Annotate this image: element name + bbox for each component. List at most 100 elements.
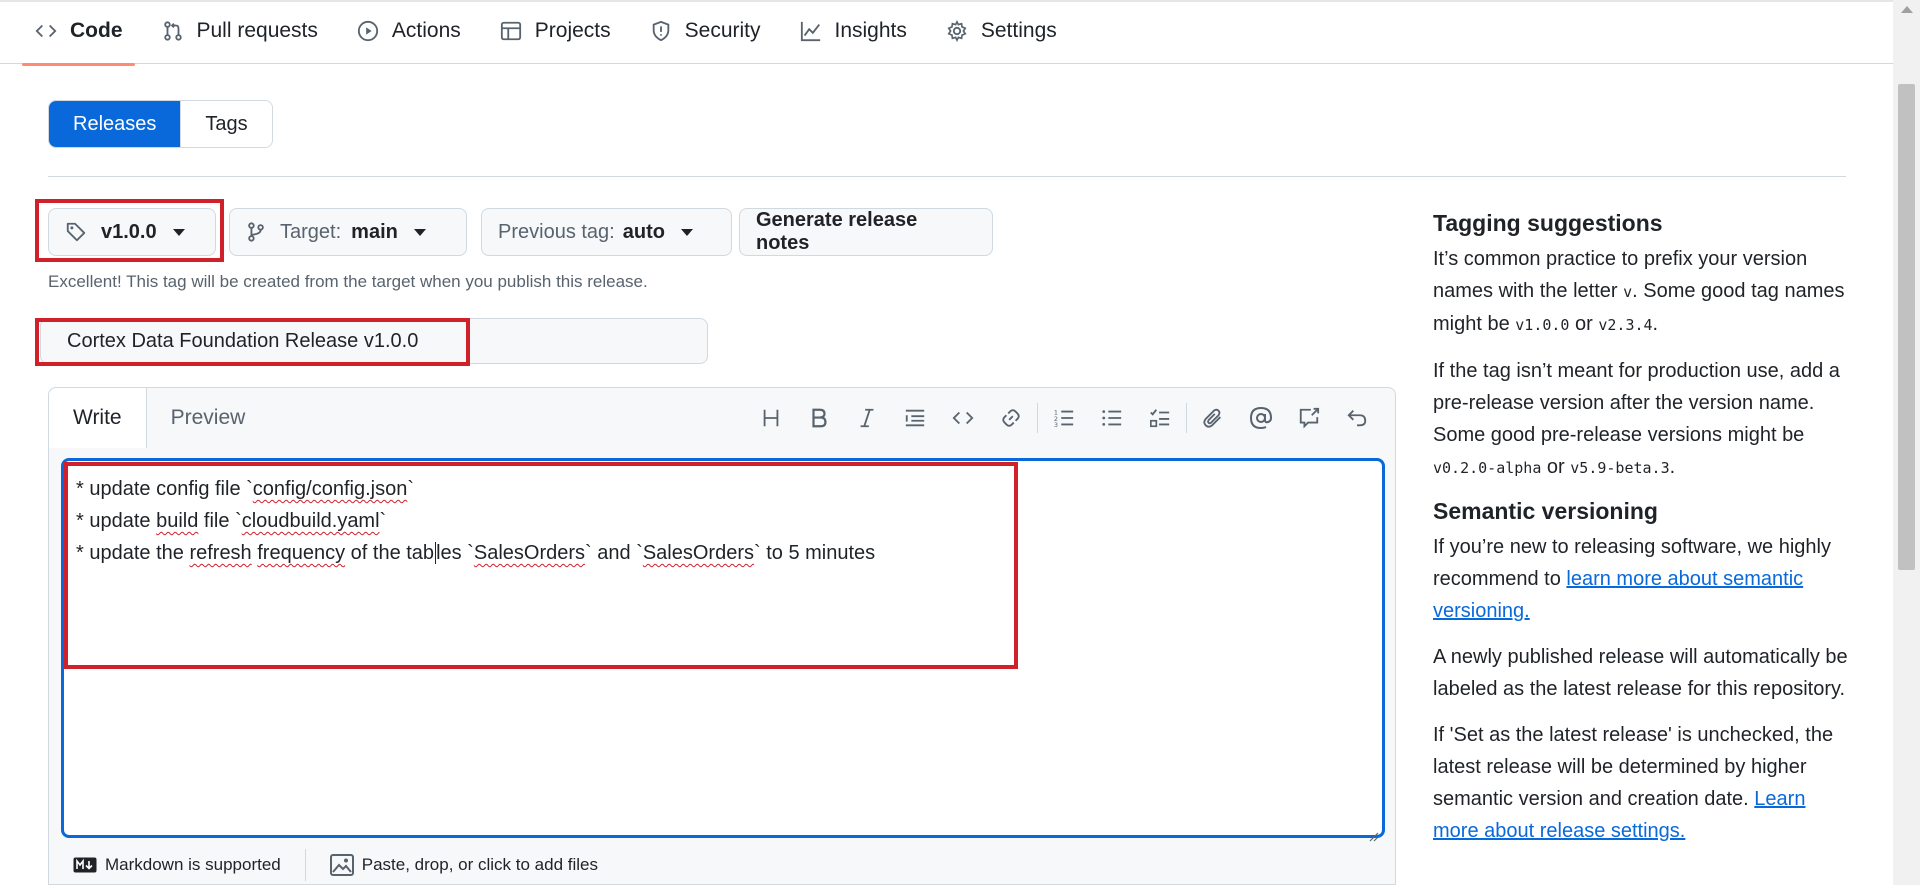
semver-paragraph: If you’re new to releasing software, we … (1433, 531, 1853, 627)
latest-release-settings-paragraph: If 'Set as the latest release' is unchec… (1433, 719, 1853, 847)
table-icon (499, 19, 523, 43)
chevron-down-icon (680, 228, 693, 236)
tab-security-label: Security (684, 19, 761, 42)
scrollbar-thumb[interactable] (1898, 84, 1915, 570)
image-icon (329, 853, 354, 876)
task-list-icon[interactable] (1136, 400, 1184, 436)
tab-security[interactable]: Security (637, 10, 773, 52)
italic-icon[interactable] (843, 400, 891, 436)
tagging-suggestions-heading: Tagging suggestions (1433, 210, 1663, 236)
bulleted-list-icon[interactable] (1088, 400, 1136, 436)
previous-tag-button[interactable]: Previous tag: auto (481, 208, 732, 256)
tag-hint-text: Excellent! This tag will be created from… (48, 272, 648, 291)
markdown-supported-label: Markdown is supported (105, 854, 281, 874)
latest-release-paragraph: A newly published release will automatic… (1433, 646, 1848, 700)
chevron-down-icon (172, 228, 185, 236)
quote-icon[interactable] (891, 400, 939, 436)
editor-tabs: Write Preview (49, 388, 269, 448)
previous-tag-label: Previous tag: (498, 220, 615, 243)
editor-footer: Markdown is supported Paste, drop, or cl… (49, 843, 1397, 885)
tab-settings-label: Settings (980, 19, 1057, 42)
tab-pull-requests-label: Pull requests (196, 19, 318, 42)
code-snippet: v (1623, 283, 1633, 301)
tagging-paragraph-2: If the tag isn’t meant for production us… (1433, 355, 1853, 484)
code-snippet: v1.0.0 (1515, 316, 1570, 334)
pull-request-icon (161, 19, 185, 43)
code-icon (34, 19, 58, 43)
svg-text:3: 3 (1054, 421, 1058, 429)
target-value: main (351, 220, 398, 243)
notes-line-3: * update the refresh frequency of the ta… (76, 542, 876, 564)
branch-icon (246, 221, 266, 243)
tab-projects[interactable]: Projects (487, 10, 623, 52)
release-help-sidebar: Tagging suggestions It’s common practice… (1433, 210, 1853, 861)
markdown-toolbar: 123 (747, 400, 1381, 436)
notes-line-1: * update config file `config/config.json… (76, 478, 414, 500)
tagging-paragraph-1: It’s common practice to prefix your vers… (1433, 243, 1853, 341)
tab-projects-label: Projects (534, 19, 611, 42)
previous-tag-value: auto (622, 220, 665, 243)
text: If the tag isn’t meant for production us… (1433, 360, 1840, 446)
bold-icon[interactable] (795, 400, 843, 436)
notes-word: refresh (189, 542, 252, 564)
releases-tags-switch: Releases Tags (48, 100, 273, 148)
numbered-list-icon[interactable]: 123 (1040, 400, 1088, 436)
toolbar-divider (1186, 403, 1187, 433)
code-icon[interactable] (939, 400, 987, 436)
text: . (1669, 456, 1676, 478)
repo-nav-tabs: Code Pull requests Actions Projects Secu… (22, 10, 1083, 66)
code-snippet: v0.2.0-alpha (1433, 459, 1542, 477)
graph-icon (799, 19, 823, 43)
tab-insights[interactable]: Insights (787, 10, 919, 52)
notes-word: frequency (257, 542, 346, 564)
divider (48, 176, 1846, 177)
resize-handle-icon[interactable] (1367, 820, 1379, 842)
tags-button[interactable]: Tags (180, 101, 272, 147)
link-icon[interactable] (987, 400, 1035, 436)
markdown-icon (73, 857, 97, 872)
shield-icon (649, 19, 673, 43)
tab-pull-requests[interactable]: Pull requests (149, 10, 330, 52)
notes-word: SalesOrders (642, 542, 754, 564)
generate-release-notes-button[interactable]: Generate release notes (739, 208, 993, 256)
markdown-supported-link[interactable]: Markdown is supported (49, 855, 305, 875)
tag-select-button[interactable]: v1.0.0 (48, 208, 216, 256)
notes-line-2: * update build file `cloudbuild.yaml` (76, 510, 387, 532)
code-snippet: v2.3.4 (1598, 316, 1653, 334)
tag-icon (65, 221, 87, 243)
target-branch-button[interactable]: Target: main (229, 208, 467, 256)
undo-icon[interactable] (1333, 400, 1381, 436)
target-label: Target: (280, 220, 342, 243)
semantic-versioning-heading: Semantic versioning (1433, 498, 1658, 524)
tab-insights-label: Insights (834, 19, 907, 42)
notes-word: build (156, 510, 199, 532)
heading-icon[interactable] (747, 400, 795, 436)
releases-button[interactable]: Releases (49, 101, 181, 147)
toolbar-divider (1037, 403, 1038, 433)
cross-reference-icon[interactable] (1285, 400, 1333, 436)
page-scrollbar[interactable] (1893, 0, 1920, 885)
tag-value: v1.0.0 (101, 220, 157, 243)
tab-actions-label: Actions (391, 19, 461, 42)
notes-word: config/config.json (252, 478, 408, 500)
repo-nav-bar: Code Pull requests Actions Projects Secu… (0, 0, 1893, 66)
release-notes-textarea[interactable]: * update config file `config/config.json… (61, 458, 1385, 842)
gear-icon (945, 19, 969, 43)
release-notes-editor: Write Preview 123 * update config file `… (48, 387, 1396, 885)
tab-preview[interactable]: Preview (147, 388, 270, 448)
paperclip-icon[interactable] (1189, 400, 1237, 436)
scroll-up-icon[interactable] (1901, 6, 1913, 13)
notes-word: cloudbuild.yaml (241, 510, 380, 532)
release-title-input[interactable]: Cortex Data Foundation Release v1.0.0 (40, 318, 708, 364)
tab-write[interactable]: Write (49, 388, 147, 448)
tab-code[interactable]: Code (22, 10, 135, 66)
notes-word: SalesOrders (473, 542, 586, 564)
text: or (1541, 456, 1571, 478)
add-files-button[interactable]: Paste, drop, or click to add files (306, 853, 622, 876)
text: . (1652, 313, 1659, 335)
chevron-down-icon (413, 228, 426, 236)
mention-icon[interactable] (1237, 400, 1285, 436)
tab-actions[interactable]: Actions (344, 10, 473, 52)
tab-settings[interactable]: Settings (933, 10, 1069, 52)
play-icon (356, 19, 380, 43)
